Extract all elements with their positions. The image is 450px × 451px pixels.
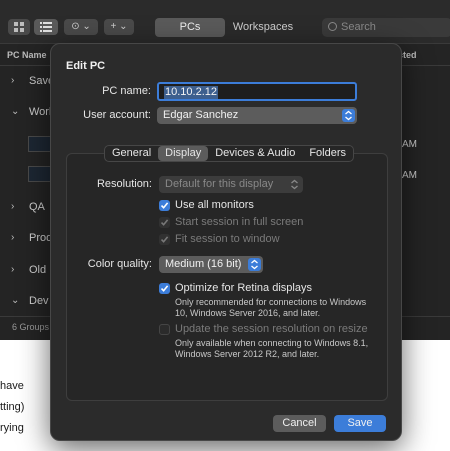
grid-icon xyxy=(14,22,24,32)
toolbar: ⊙ ⌄ + ⌄ PCs Workspaces Search xyxy=(0,0,450,44)
segment-pcs[interactable]: PCs xyxy=(155,18,225,37)
update-resolution-note: Only available when connecting to Window… xyxy=(175,338,369,359)
group-label: Prod xyxy=(29,232,53,244)
chevron-down-icon: ⌄ xyxy=(11,106,20,117)
ellipsis-circle-icon: ⊙ ⌄ xyxy=(71,21,91,32)
start-fullscreen-checkbox[interactable] xyxy=(159,217,170,228)
document-text-fragment: rying xyxy=(0,422,24,434)
chevron-down-icon: ⌄ xyxy=(11,295,20,306)
user-account-label: User account: xyxy=(83,109,151,121)
color-quality-select[interactable]: Medium (16 bit) xyxy=(159,256,263,273)
update-resolution-label: Update the session resolution on resize xyxy=(175,323,368,335)
chevron-updown-icon xyxy=(288,178,301,191)
resolution-select[interactable]: Default for this display xyxy=(159,176,303,193)
use-all-monitors-label: Use all monitors xyxy=(175,199,254,211)
chevron-right-icon: › xyxy=(11,264,15,275)
checkmark-icon xyxy=(160,285,169,292)
resolution-value: Default for this display xyxy=(165,178,274,190)
checkmark-icon xyxy=(160,236,169,243)
fit-window-label: Fit session to window xyxy=(175,233,280,245)
chevron-right-icon: › xyxy=(11,232,15,243)
optimize-retina-checkbox[interactable] xyxy=(159,283,170,294)
column-pc-name[interactable]: PC Name xyxy=(7,50,47,60)
optimize-retina-label: Optimize for Retina displays xyxy=(175,282,312,294)
segment-workspaces[interactable]: Workspaces xyxy=(226,18,300,37)
add-button[interactable]: + ⌄ xyxy=(104,19,134,35)
more-options-button[interactable]: ⊙ ⌄ xyxy=(64,19,98,35)
user-account-select[interactable]: Edgar Sanchez xyxy=(157,107,357,124)
chevron-updown-icon xyxy=(248,258,261,271)
checkmark-icon xyxy=(160,202,169,209)
tab-folders[interactable]: Folders xyxy=(302,146,353,161)
color-quality-label: Color quality: xyxy=(87,258,152,270)
list-view-button[interactable] xyxy=(34,19,58,35)
optimize-retina-note: Only recommended for connections to Wind… xyxy=(175,297,367,318)
tab-bar: General Display Devices & Audio Folders xyxy=(104,145,355,162)
use-all-monitors-checkbox[interactable] xyxy=(159,200,170,211)
chevron-right-icon: › xyxy=(11,201,15,212)
resolution-label: Resolution: xyxy=(96,178,152,190)
chevron-updown-icon xyxy=(342,109,355,122)
color-quality-value: Medium (16 bit) xyxy=(165,258,242,270)
user-account-value: Edgar Sanchez xyxy=(163,109,239,121)
save-button[interactable]: Save xyxy=(334,415,386,432)
tab-devices-audio[interactable]: Devices & Audio xyxy=(208,146,302,161)
checkmark-icon xyxy=(160,219,169,226)
edit-pc-dialog: Edit PC PC name: 10.10.2.12 User account… xyxy=(50,43,402,441)
pc-name-label: PC name: xyxy=(102,85,151,97)
fit-window-checkbox[interactable] xyxy=(159,234,170,245)
pc-name-input[interactable]: 10.10.2.12 xyxy=(157,82,357,101)
tab-general[interactable]: General xyxy=(105,146,158,161)
document-text-fragment: have xyxy=(0,380,24,392)
start-fullscreen-label: Start session in full screen xyxy=(175,216,304,228)
pc-thumbnail[interactable] xyxy=(28,136,52,152)
plus-icon: + ⌄ xyxy=(110,21,128,32)
chevron-right-icon: › xyxy=(11,75,15,86)
group-label: Dev xyxy=(29,295,49,307)
cancel-button[interactable]: Cancel xyxy=(273,415,326,432)
list-icon xyxy=(40,22,52,32)
last-connected-value: AM xyxy=(402,139,417,150)
grid-view-button[interactable] xyxy=(8,19,30,35)
tab-display[interactable]: Display xyxy=(158,146,209,161)
search-placeholder: Search xyxy=(341,21,376,33)
document-text-fragment: tting) xyxy=(0,401,25,413)
dialog-title: Edit PC xyxy=(66,60,106,72)
group-label: QA xyxy=(29,201,45,213)
group-count: 6 Groups xyxy=(12,322,50,332)
tab-content-panel: Resolution: Default for this display Use… xyxy=(66,153,388,401)
update-resolution-checkbox[interactable] xyxy=(159,324,170,335)
search-icon xyxy=(328,22,337,31)
last-connected-value: AM xyxy=(402,170,417,181)
pc-name-value: 10.10.2.12 xyxy=(164,86,218,99)
search-field[interactable]: Search xyxy=(322,18,450,37)
pc-thumbnail[interactable] xyxy=(28,166,52,182)
